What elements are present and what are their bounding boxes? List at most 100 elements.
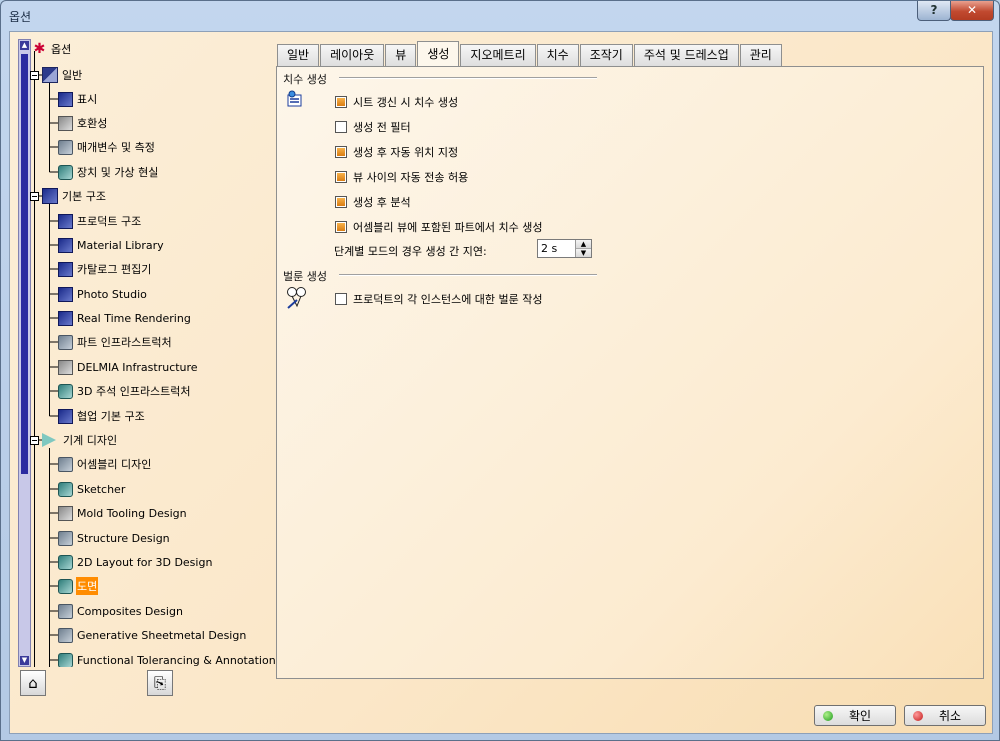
window-title: 옵션 (9, 10, 32, 24)
tree-item-composites[interactable]: Composites Design (58, 601, 184, 621)
tree-item-3d-annotation[interactable]: 3D 주석 인프라스트럭처 (58, 381, 192, 401)
tree-item-general[interactable]: 일반 (42, 65, 83, 85)
photo-studio-icon (58, 286, 73, 302)
tab-annotation-dressup[interactable]: 주석 및 드레스업 (633, 44, 739, 66)
tree-item-infrastructure[interactable]: 기본 구조 (42, 186, 107, 206)
ok-label: 확인 (848, 709, 872, 723)
tab-general[interactable]: 일반 (277, 44, 320, 66)
tree-item-assembly-design[interactable]: 어셈블리 디자인 (58, 454, 152, 474)
display-icon (58, 91, 73, 107)
tree-item-label: Photo Studio (77, 287, 147, 301)
option-label: 프로덕트의 각 인스턴스에 대한 벌룬 작성 (353, 293, 543, 306)
tolerancing-icon (58, 652, 73, 667)
spin-up-icon[interactable]: ▲ (576, 240, 591, 249)
infrastructure-icon (42, 188, 58, 204)
structure-design-icon (58, 530, 73, 546)
general-icon (42, 67, 58, 83)
tab-view[interactable]: 뷰 (385, 44, 417, 66)
tree-item-options[interactable]: ✱ 옵션 (32, 39, 72, 59)
option-generate-from-parts-in-assembly-view[interactable]: 어셈블리 뷰에 포함된 파트에서 치수 생성 (335, 219, 543, 235)
tree-item-label: 카탈로그 편집기 (77, 263, 152, 276)
tree-item-label: 표시 (77, 93, 98, 106)
tree-item-photo-studio[interactable]: Photo Studio (58, 284, 148, 304)
tree-item-delmia-infrastructure[interactable]: DELMIA Infrastructure (58, 357, 199, 377)
collaboration-icon (58, 408, 73, 424)
tree-item-drafting[interactable]: 도면 (58, 576, 99, 596)
balloon-group-title: 벌룬 생성 (283, 270, 327, 283)
delay-value[interactable]: 2 s (541, 242, 557, 255)
tree-item-label: Structure Design (77, 531, 170, 545)
checkbox[interactable] (335, 146, 347, 158)
tree-item-sketcher[interactable]: Sketcher (58, 479, 126, 499)
tab-layout[interactable]: 레이아웃 (320, 44, 385, 66)
group-divider (339, 274, 597, 276)
checkbox[interactable] (335, 293, 347, 305)
title-bar[interactable]: 옵션 ? ✕ (1, 1, 999, 31)
close-button[interactable]: ✕ (950, 1, 994, 21)
sheetmetal-icon (58, 627, 73, 643)
tree-item-structure-design[interactable]: Structure Design (58, 528, 171, 548)
tree-item-part-infrastructure[interactable]: 파트 인프라스트럭처 (58, 332, 173, 352)
tab-strip: 일반 레이아웃 뷰 생성 지오메트리 치수 조작기 주석 및 드레스업 관리 (277, 41, 783, 66)
tab-geometry[interactable]: 지오메트리 (460, 44, 536, 66)
option-auto-position-after-generation[interactable]: 생성 후 자동 위치 지정 (335, 144, 458, 160)
option-analysis-after-generation[interactable]: 생성 후 분석 (335, 194, 411, 210)
delay-spinner[interactable]: 2 s ▲ ▼ (537, 239, 592, 258)
balloon-generation-icon (287, 287, 306, 309)
checkbox[interactable] (335, 221, 347, 233)
tree-item-2d-layout[interactable]: 2D Layout for 3D Design (58, 552, 213, 572)
cancel-button[interactable]: 취소 (904, 705, 986, 726)
tab-administration[interactable]: 관리 (739, 44, 782, 66)
tree-item-product-structure[interactable]: 프로덕트 구조 (58, 211, 142, 231)
tree-item-devices[interactable]: 장치 및 가상 현실 (58, 162, 159, 182)
tree-item-mechanical-design[interactable]: 기계 디자인 (42, 430, 118, 450)
option-allow-auto-transfer-between-views[interactable]: 뷰 사이의 자동 전송 허용 (335, 169, 468, 185)
ok-button[interactable]: 확인 (814, 705, 896, 726)
option-filter-before-generation[interactable]: 생성 전 필터 (335, 119, 411, 135)
tree-item-real-time-rendering[interactable]: Real Time Rendering (58, 308, 192, 328)
checkbox[interactable] (335, 196, 347, 208)
option-create-balloon-per-instance[interactable]: 프로덕트의 각 인스턴스에 대한 벌룬 작성 (335, 291, 543, 307)
tree-item-label: 기본 구조 (62, 190, 106, 203)
tree-item-label: Composites Design (77, 604, 183, 618)
tree-item-compatibility[interactable]: 호환성 (58, 113, 108, 133)
composites-icon (58, 603, 73, 619)
tree-item-label: Mold Tooling Design (77, 506, 187, 520)
tab-dimension[interactable]: 치수 (536, 44, 579, 66)
tree-item-catalog-editor[interactable]: 카탈로그 편집기 (58, 259, 152, 279)
tree-item-label: Material Library (77, 238, 164, 252)
tree-item-collaboration[interactable]: 협업 기본 구조 (58, 406, 146, 426)
option-generate-on-sheet-update[interactable]: 시트 갱신 시 치수 생성 (335, 94, 458, 110)
tree-item-tolerancing[interactable]: Functional Tolerancing & Annotation (58, 650, 276, 667)
checkbox[interactable] (335, 171, 347, 183)
cancel-label: 취소 (938, 709, 962, 723)
generation-tab-panel: 치수 생성 시트 갱신 시 치수 생성 생성 전 필터 생성 후 자동 위치 지… (276, 66, 984, 679)
devices-icon (58, 164, 73, 180)
tab-manipulators[interactable]: 조작기 (579, 44, 633, 66)
help-button[interactable]: ? (917, 1, 951, 21)
spin-down-icon[interactable]: ▼ (576, 249, 591, 257)
tree-item-label: Sketcher (77, 482, 126, 496)
option-label: 뷰 사이의 자동 전송 허용 (353, 171, 469, 184)
ok-icon (823, 710, 833, 721)
checkbox[interactable] (335, 96, 347, 108)
tab-generation[interactable]: 생성 (417, 41, 460, 66)
tree-item-label: DELMIA Infrastructure (77, 360, 198, 374)
reset-options-icon[interactable]: ⌂ (20, 670, 46, 696)
dialog-client-area: ▲ ▼ ✱ 옵션 일반 표시 호환성 매개변수 및 측정 장치 및 가상 현실 … (9, 31, 993, 734)
export-options-icon[interactable]: ⎘ (147, 670, 173, 696)
tree-item-mold-tooling[interactable]: Mold Tooling Design (58, 503, 188, 523)
option-label: 생성 전 필터 (353, 121, 411, 134)
2d-layout-icon (58, 554, 73, 570)
tree-item-sheetmetal[interactable]: Generative Sheetmetal Design (58, 625, 247, 645)
tree-item-display[interactable]: 표시 (58, 89, 98, 109)
tree-item-label: 장치 및 가상 현실 (77, 166, 159, 179)
dimension-group-title: 치수 생성 (283, 73, 327, 86)
compatibility-icon (58, 115, 73, 131)
tree-item-parameters[interactable]: 매개변수 및 측정 (58, 137, 156, 157)
cancel-icon (913, 710, 923, 721)
options-tree: ▲ ▼ ✱ 옵션 일반 표시 호환성 매개변수 및 측정 장치 및 가상 현실 … (18, 39, 276, 667)
tree-item-label: 호환성 (77, 117, 108, 130)
checkbox[interactable] (335, 121, 347, 133)
tree-item-material-library[interactable]: Material Library (58, 235, 165, 255)
